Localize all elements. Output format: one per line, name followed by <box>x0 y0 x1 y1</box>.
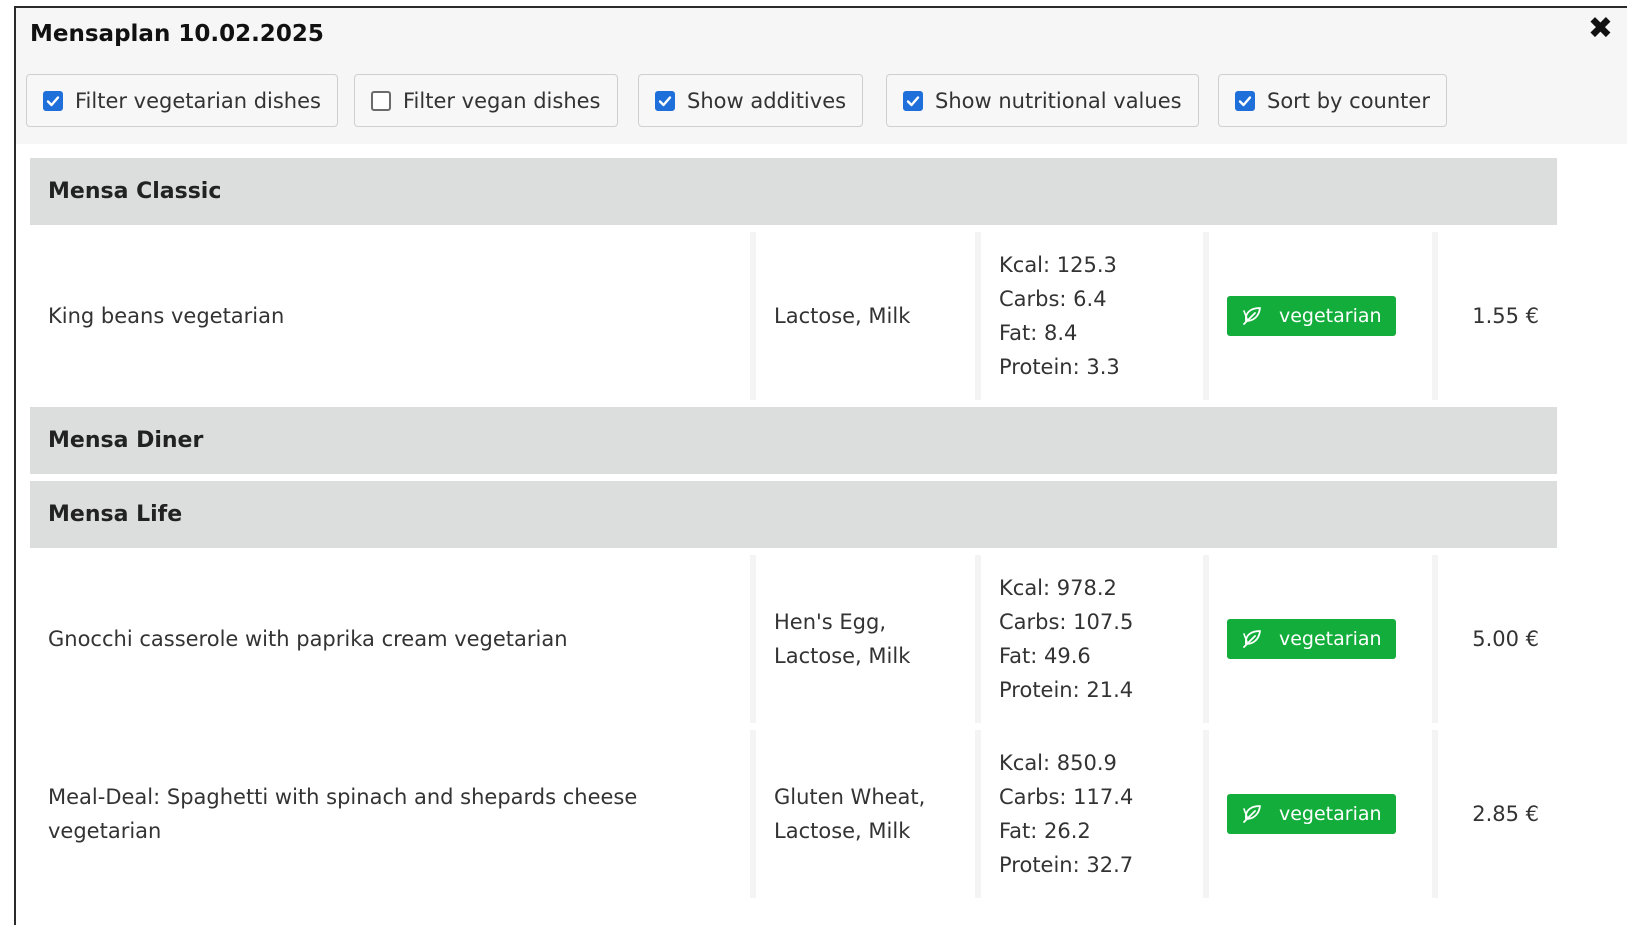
checkmark-icon <box>658 95 672 106</box>
filter-vegetarian-toggle[interactable]: Filter vegetarian dishes <box>26 74 338 127</box>
leaf-shape <box>1243 307 1261 325</box>
nutrition-fat: Fat: 49.6 <box>999 644 1091 668</box>
nutrition-carbs: Carbs: 6.4 <box>999 287 1107 311</box>
counter-header: Mensa Diner <box>30 407 1557 474</box>
dish-nutrition: Kcal: 978.2 Carbs: 107.5 Fat: 49.6 Prote… <box>981 555 1209 723</box>
close-icon[interactable]: ✖ <box>1588 14 1613 44</box>
dialog-title: Mensaplan 10.02.2025 <box>30 21 324 47</box>
counter-header: Mensa Life <box>30 481 1557 548</box>
nutrition-protein: Protein: 21.4 <box>999 678 1134 702</box>
dish-row: Meal-Deal: Spaghetti with spinach and sh… <box>30 730 1557 898</box>
mensaplan-dialog: Mensaplan 10.02.2025 ✖ Filter vegetarian… <box>14 6 1627 925</box>
dialog-titlebar: Mensaplan 10.02.2025 ✖ <box>16 8 1627 62</box>
dish-additives: Gluten Wheat, Lactose, Milk <box>756 730 981 898</box>
checkbox[interactable] <box>1235 90 1255 111</box>
dish-additives: Lactose, Milk <box>756 232 981 400</box>
dish-price: 5.00 € <box>1438 555 1557 723</box>
dish-tags: vegetarian <box>1209 232 1438 400</box>
checkbox[interactable] <box>371 90 391 111</box>
nutrition-protein: Protein: 3.3 <box>999 355 1120 379</box>
nutrition-carbs: Carbs: 117.4 <box>999 785 1134 809</box>
checkbox[interactable] <box>655 90 675 111</box>
checkbox[interactable] <box>903 90 923 111</box>
checkmark-icon <box>1238 95 1252 106</box>
leaf-icon <box>1241 803 1271 825</box>
leaf-icon <box>1241 628 1271 650</box>
vegetarian-badge: vegetarian <box>1227 619 1396 659</box>
nutrition-kcal: Kcal: 125.3 <box>999 253 1117 277</box>
filter-label: Show additives <box>687 88 847 113</box>
dish-name: Gnocchi casserole with paprika cream veg… <box>30 555 756 723</box>
filter-label: Show nutritional values <box>935 88 1182 113</box>
dish-row: King beans vegetarian Lactose, Milk Kcal… <box>30 232 1557 400</box>
badge-label: vegetarian <box>1279 305 1382 327</box>
filter-label: Filter vegetarian dishes <box>75 88 321 113</box>
filter-label: Sort by counter <box>1267 88 1430 113</box>
dish-tags: vegetarian <box>1209 555 1438 723</box>
filter-label: Filter vegan dishes <box>403 88 601 113</box>
nutrition-kcal: Kcal: 978.2 <box>999 576 1117 600</box>
filter-toolbar: Filter vegetarian dishes Filter vegan di… <box>16 62 1627 144</box>
dish-nutrition: Kcal: 125.3 Carbs: 6.4 Fat: 8.4 Protein:… <box>981 232 1209 400</box>
show-additives-toggle[interactable]: Show additives <box>638 74 864 127</box>
checkmark-icon <box>46 95 60 106</box>
checkbox[interactable] <box>43 90 63 111</box>
dish-row: Gnocchi casserole with paprika cream veg… <box>30 555 1557 723</box>
dish-price: 1.55 € <box>1438 232 1557 400</box>
sort-by-counter-toggle[interactable]: Sort by counter <box>1218 74 1447 127</box>
dish-price: 2.85 € <box>1438 730 1557 898</box>
show-nutrition-toggle[interactable]: Show nutritional values <box>886 74 1199 127</box>
filter-vegan-toggle[interactable]: Filter vegan dishes <box>354 74 618 127</box>
leaf-shape <box>1243 630 1261 648</box>
vegetarian-badge: vegetarian <box>1227 296 1396 336</box>
dish-name: King beans vegetarian <box>30 232 756 400</box>
dish-additives: Hen's Egg, Lactose, Milk <box>756 555 981 723</box>
vegetarian-badge: vegetarian <box>1227 794 1396 834</box>
nutrition-protein: Protein: 32.7 <box>999 853 1134 877</box>
menu-list: Mensa Classic King beans vegetarian Lact… <box>30 158 1557 905</box>
dish-nutrition: Kcal: 850.9 Carbs: 117.4 Fat: 26.2 Prote… <box>981 730 1209 898</box>
nutrition-fat: Fat: 8.4 <box>999 321 1078 345</box>
counter-header: Mensa Classic <box>30 158 1557 225</box>
nutrition-carbs: Carbs: 107.5 <box>999 610 1134 634</box>
nutrition-kcal: Kcal: 850.9 <box>999 751 1117 775</box>
leaf-icon <box>1241 305 1271 327</box>
dish-name: Meal-Deal: Spaghetti with spinach and sh… <box>30 730 756 898</box>
nutrition-fat: Fat: 26.2 <box>999 819 1091 843</box>
checkmark-icon <box>906 95 920 106</box>
badge-label: vegetarian <box>1279 628 1382 650</box>
dish-tags: vegetarian <box>1209 730 1438 898</box>
leaf-shape <box>1243 805 1261 823</box>
badge-label: vegetarian <box>1279 803 1382 825</box>
